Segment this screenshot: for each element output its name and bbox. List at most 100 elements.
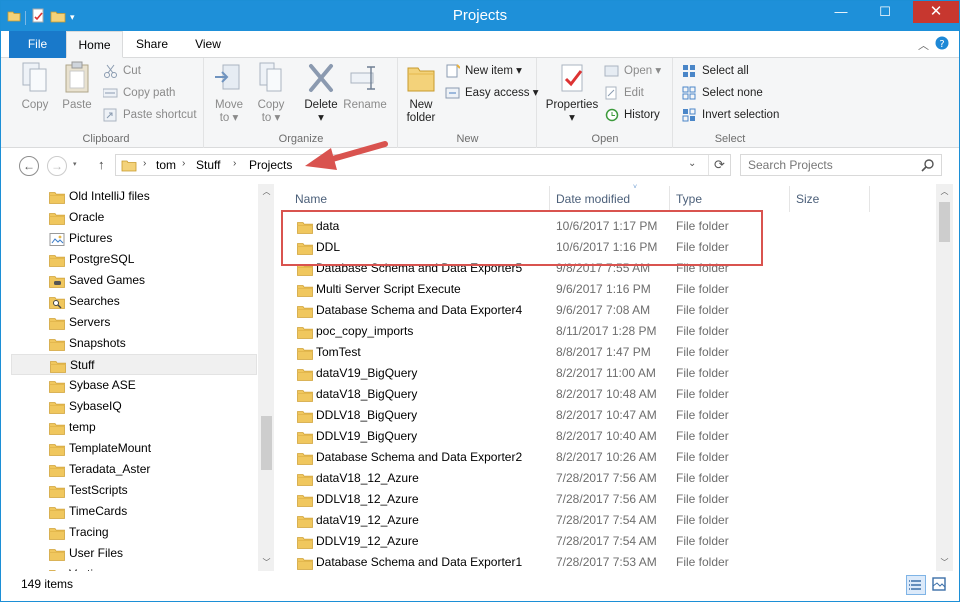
- tree-item[interactable]: Searches: [11, 291, 257, 312]
- rename-button[interactable]: Rename: [343, 61, 387, 112]
- scroll-thumb[interactable]: [261, 416, 272, 470]
- copy-to-button[interactable]: Copy to ▾: [253, 61, 289, 125]
- tab-file[interactable]: File: [9, 31, 66, 58]
- tree-item-label: Teradata_Aster: [69, 462, 151, 476]
- scroll-thumb[interactable]: [939, 202, 950, 242]
- paste-button[interactable]: Paste: [59, 61, 95, 112]
- delete-button[interactable]: Delete ▾: [301, 61, 341, 125]
- minimize-ribbon-icon[interactable]: ︿: [918, 37, 929, 53]
- tree-item[interactable]: Oracle: [11, 207, 257, 228]
- history-button[interactable]: History: [604, 105, 660, 125]
- scroll-up-icon[interactable]: ︿: [936, 184, 953, 200]
- file-row[interactable]: Multi Server Script Execute 9/6/2017 1:16…: [275, 279, 935, 300]
- file-row[interactable]: Database Schema and Data Exporter4 9/6/20…: [275, 300, 935, 321]
- search-input[interactable]: Search Projects: [748, 158, 833, 172]
- breadcrumb-separator-icon[interactable]: ›: [233, 158, 236, 169]
- breadcrumb-projects[interactable]: Projects: [249, 158, 292, 172]
- tree-item-label: TestScripts: [69, 483, 128, 497]
- tab-home[interactable]: Home: [66, 31, 123, 58]
- tree-item[interactable]: Sybase ASE: [11, 375, 257, 396]
- tree-item[interactable]: Saved Games: [11, 270, 257, 291]
- file-row[interactable]: TomTest 8/8/2017 1:47 PM File folder: [275, 342, 935, 363]
- tab-share[interactable]: Share: [126, 31, 178, 58]
- open-button[interactable]: Open ▾: [604, 61, 661, 81]
- tree-item[interactable]: Snapshots: [11, 333, 257, 354]
- up-arrow-icon[interactable]: ↑: [98, 157, 105, 172]
- file-row[interactable]: DDLV18_BigQuery 8/2/2017 10:47 AM File fol…: [275, 405, 935, 426]
- tree-item[interactable]: TestScripts: [11, 480, 257, 501]
- tree-item[interactable]: User Files: [11, 543, 257, 564]
- help-icon[interactable]: ?: [935, 36, 949, 53]
- details-view-button[interactable]: [906, 575, 926, 595]
- properties-icon: [556, 61, 588, 95]
- recent-locations-icon[interactable]: ▾: [73, 160, 77, 168]
- select-all-button[interactable]: Select all: [682, 61, 749, 81]
- tree-item[interactable]: SybaseIQ: [11, 396, 257, 417]
- forward-button[interactable]: →: [47, 156, 67, 176]
- file-row[interactable]: dataV19_BigQuery 8/2/2017 11:00 AM File fo…: [275, 363, 935, 384]
- scroll-down-icon[interactable]: ﹀: [258, 555, 274, 571]
- breadcrumb-separator-icon[interactable]: ›: [182, 158, 185, 169]
- tree-item[interactable]: TemplateMount: [11, 438, 257, 459]
- copy-path-button[interactable]: Copy path: [102, 83, 176, 103]
- tree-item[interactable]: Vertica: [11, 564, 257, 571]
- tree-item[interactable]: Pictures: [11, 228, 257, 249]
- close-button[interactable]: ✕: [913, 1, 959, 23]
- breadcrumb-separator-icon[interactable]: ›: [143, 158, 146, 169]
- folder-icon: [297, 388, 313, 402]
- edit-button[interactable]: Edit: [604, 83, 644, 103]
- maximize-button[interactable]: ☐: [871, 1, 899, 23]
- tab-view[interactable]: View: [183, 31, 233, 58]
- tree-item[interactable]: Teradata_Aster: [11, 459, 257, 480]
- tree-item[interactable]: PostgreSQL: [11, 249, 257, 270]
- breadcrumb-tom[interactable]: tom: [156, 158, 176, 172]
- column-header-name[interactable]: Name: [295, 186, 327, 212]
- search-box[interactable]: Search Projects: [740, 154, 942, 176]
- minimize-button[interactable]: —: [827, 1, 855, 23]
- file-row[interactable]: DDLV19_12_Azure 7/28/2017 7:54 AM File fol…: [275, 531, 935, 552]
- easy-access-button[interactable]: Easy access ▾: [445, 83, 539, 103]
- properties-button[interactable]: Properties ▾: [542, 61, 602, 125]
- column-header-type[interactable]: Type: [676, 186, 702, 212]
- folder-icon: [297, 514, 313, 528]
- new-folder-button[interactable]: New folder: [401, 61, 441, 125]
- file-name: poc_copy_imports: [316, 324, 414, 338]
- tree-item[interactable]: temp: [11, 417, 257, 438]
- invert-selection-button[interactable]: Invert selection: [682, 105, 779, 125]
- nav-pane-scrollbar[interactable]: ︿ ﹀: [258, 184, 274, 571]
- new-item-button[interactable]: New item ▾: [445, 61, 522, 81]
- scroll-up-icon[interactable]: ︿: [258, 184, 274, 200]
- cut-button[interactable]: Cut: [103, 61, 141, 81]
- tree-item[interactable]: Stuff: [11, 354, 257, 375]
- large-icons-view-button[interactable]: [930, 575, 950, 595]
- file-row[interactable]: Database Schema and Data Exporter2 8/2/20…: [275, 447, 935, 468]
- address-bar[interactable]: › tom › Stuff › Projects ⌄ ⟳: [115, 154, 731, 176]
- column-header-date-modified[interactable]: Date modified: [556, 186, 630, 212]
- copy-path-label: Copy path: [123, 87, 176, 99]
- file-row[interactable]: DDLV18_12_Azure 7/28/2017 7:56 AM File fol…: [275, 489, 935, 510]
- tree-item[interactable]: Servers: [11, 312, 257, 333]
- file-row[interactable]: DDLV19_BigQuery 8/2/2017 10:40 AM File fol…: [275, 426, 935, 447]
- breadcrumb-stuff[interactable]: Stuff: [196, 158, 220, 172]
- refresh-icon[interactable]: ⟳: [714, 157, 725, 173]
- tree-item[interactable]: TimeCards: [11, 501, 257, 522]
- tree-item[interactable]: Old IntelliJ files: [11, 186, 257, 207]
- search-icon[interactable]: [921, 158, 935, 175]
- select-none-button[interactable]: Select none: [682, 83, 763, 103]
- file-row[interactable]: dataV18_12_Azure 7/28/2017 7:56 AM File fo…: [275, 468, 935, 489]
- new-folder-label: New: [409, 99, 433, 111]
- tree-item[interactable]: Tracing: [11, 522, 257, 543]
- scroll-down-icon[interactable]: ﹀: [936, 555, 953, 571]
- address-dropdown-icon[interactable]: ⌄: [688, 158, 696, 169]
- column-header-size[interactable]: Size: [796, 186, 819, 212]
- paste-shortcut-button[interactable]: Paste shortcut: [103, 105, 197, 125]
- back-button[interactable]: ←: [19, 156, 39, 176]
- file-row[interactable]: dataV19_12_Azure 7/28/2017 7:54 AM File fo…: [275, 510, 935, 531]
- file-row[interactable]: dataV18_BigQuery 8/2/2017 10:48 AM File fo…: [275, 384, 935, 405]
- tree-item-label: Stuff: [70, 358, 95, 372]
- file-row[interactable]: poc_copy_imports 8/11/2017 1:28 PM File fo…: [275, 321, 935, 342]
- copy-button[interactable]: Copy: [17, 61, 53, 112]
- file-list-scrollbar[interactable]: ︿ ﹀: [936, 184, 953, 571]
- move-to-button[interactable]: Move to ▾: [211, 61, 247, 125]
- file-row[interactable]: Database Schema and Data Exporter1 7/28/2…: [275, 552, 935, 571]
